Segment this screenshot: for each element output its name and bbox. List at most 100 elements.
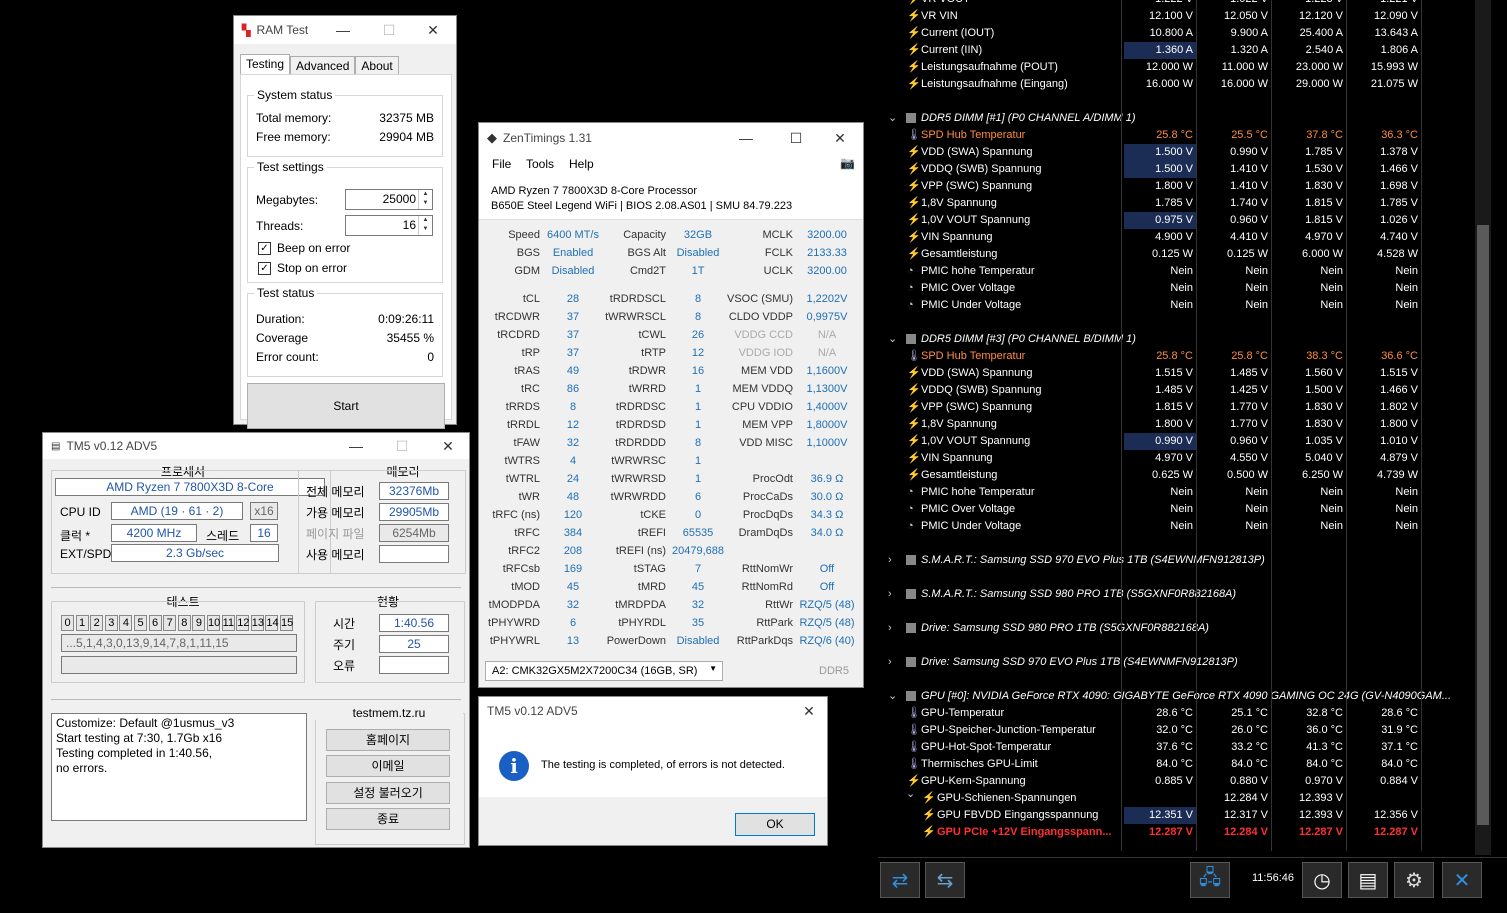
close-x-icon[interactable]: ✕: [1442, 862, 1482, 898]
sensor-row[interactable]: ⚡ 1,0V VOUT Spannung 0.990 V 0.960 V 1.035 V…: [878, 433, 1423, 450]
report-icon[interactable]: ▤: [1348, 862, 1388, 898]
sensor-group-header[interactable]: ⌄ DDR5 DIMM [#1] (P0 CHANNEL A/DIMM 1): [878, 110, 1423, 127]
settings-gear-icon[interactable]: ⚙: [1394, 862, 1434, 898]
sensor-row[interactable]: ⚡ Leistungsaufnahme (Eingang) 16.000 W 16.0…: [878, 76, 1423, 93]
scrollbar-thumb[interactable]: [1477, 225, 1489, 825]
current-value: 28.6 °C: [1156, 707, 1193, 719]
megabytes-input[interactable]: 25000 ▲ ▼: [345, 189, 433, 210]
sensor-row[interactable]: ⚡ Current (IIN) 1.360 A 1.320 A 2.540 A 1.806…: [878, 42, 1423, 59]
sensor-row[interactable]: 🌡 GPU-Temperatur 28.6 °C 25.1 °C 32.8 °C 28.6…: [878, 705, 1423, 722]
timing-label: tREFI (ns): [615, 545, 666, 557]
sensor-row[interactable]: ⚡ VDD (SWA) Spannung 1.515 V 1.485 V 1.560 V…: [878, 365, 1423, 382]
expand-toggle-icon[interactable]: ⌄: [888, 331, 897, 348]
load-settings-button[interactable]: 설정 불러오기: [326, 782, 450, 804]
sensor-row[interactable]: 🌡 Thermisches GPU-Limit 84.0 °C 84.0 °C 84.0…: [878, 756, 1423, 773]
tab-testing[interactable]: Testing: [240, 54, 291, 76]
minimize-button[interactable]: —: [333, 433, 379, 459]
spin-arrows-icon[interactable]: ▲ ▼: [418, 216, 432, 235]
sensor-row[interactable]: 🌡 SPD Hub Temperatur 25.8 °C 25.5 °C 37.8 °C…: [878, 127, 1423, 144]
network-icon[interactable]: 🖧: [1190, 862, 1230, 898]
sensor-row[interactable]: ◔ PMIC hohe Temperatur Nein Nein Nein Nein: [878, 484, 1423, 501]
min-value: 9.900 A: [1230, 27, 1268, 39]
sensor-row[interactable]: ⚡ ⌄ GPU-Schienen-Spannungen 12.284 V 12.393 …: [878, 787, 1423, 807]
sensor-row[interactable]: ⚡ Current (IOUT) 10.800 A 9.900 A 25.400 A 13…: [878, 25, 1423, 42]
stop-on-error-checkbox[interactable]: ✓ Stop on error: [258, 261, 347, 275]
email-button[interactable]: 이메일: [326, 755, 450, 777]
expand-toggle-icon[interactable]: ›: [888, 586, 892, 603]
ramtest-titlebar[interactable]: ▚ RAM Test — ☐ ✕: [234, 16, 456, 44]
sensor-row[interactable]: ⚡ VDD (SWA) Spannung 1.500 V 0.990 V 1.785 V…: [878, 144, 1423, 161]
sensor-row[interactable]: 🌡 GPU-Speicher-Junction-Temperatur 32.0 °C…: [878, 722, 1423, 739]
close-button[interactable]: ✕: [410, 16, 456, 44]
sensor-row[interactable]: ⚡ Leistungsaufnahme (POUT) 12.000 W 11.000 …: [878, 59, 1423, 76]
expand-arrows-button[interactable]: ⇄: [880, 862, 920, 898]
sensor-row[interactable]: 🌡 SPD Hub Temperatur 25.8 °C 25.8 °C 38.3 °C…: [878, 348, 1423, 365]
start-button[interactable]: Start: [247, 383, 445, 429]
sensor-group-header[interactable]: › S.M.A.R.T.: Samsung SSD 970 EVO Plus 1T…: [878, 552, 1423, 569]
sensor-row[interactable]: 🌡 GPU-Hot-Spot-Temperatur 37.6 °C 33.2 °C 41…: [878, 739, 1423, 756]
avg-value: 37.1 °C: [1381, 741, 1418, 753]
collapse-arrows-button[interactable]: ⇆: [925, 862, 965, 898]
sensor-row[interactable]: ⚡ Gesamtleistung 0.625 W 0.500 W 6.250 W 4.73…: [878, 467, 1423, 484]
sensor-row[interactable]: ⚡ VDDQ (SWB) Spannung 1.485 V 1.425 V 1.500 …: [878, 382, 1423, 399]
sensor-group-header[interactable]: › Drive: Samsung SSD 980 PRO 1TB (S5GXNF0…: [878, 620, 1423, 637]
sensor-row[interactable]: ⚡ VIN Spannung 4.970 V 4.550 V 5.040 V 4.879 …: [878, 450, 1423, 467]
sensor-row[interactable]: ⚡ VPP (SWC) Spannung 1.800 V 1.410 V 1.830 V…: [878, 178, 1423, 195]
tm5-titlebar[interactable]: ▤ TM5 v0.12 ADV5 — ☐ ✕: [43, 433, 469, 459]
expand-toggle-icon[interactable]: ›: [888, 654, 892, 671]
expand-toggle-icon[interactable]: ⌄: [888, 110, 897, 127]
sensor-row[interactable]: ⚡ GPU PCIe +12V Eingangsspann... 12.287 V 1…: [878, 824, 1423, 841]
current-value: 4.900 V: [1155, 231, 1193, 243]
exit-button[interactable]: 종료: [326, 808, 450, 830]
camera-icon[interactable]: 📷: [840, 156, 855, 170]
maximize-button[interactable]: ☐: [773, 123, 819, 153]
spin-arrows-icon[interactable]: ▲ ▼: [418, 190, 432, 209]
minimize-button[interactable]: —: [320, 16, 366, 44]
sensor-row[interactable]: ⚡ 1,8V Spannung 1.800 V 1.770 V 1.830 V 1.800…: [878, 416, 1423, 433]
menu-file[interactable]: File: [492, 157, 511, 171]
sensor-row[interactable]: ⚡ Gesamtleistung 0.125 W 0.125 W 6.000 W 4.52…: [878, 246, 1423, 263]
minimize-button[interactable]: —: [723, 123, 769, 153]
sensor-group-header[interactable]: › S.M.A.R.T.: Samsung SSD 980 PRO 1TB (S5…: [878, 586, 1423, 603]
expand-toggle-icon[interactable]: ›: [888, 552, 892, 569]
clock-icon[interactable]: ◷: [1302, 862, 1342, 898]
ok-button[interactable]: OK: [735, 813, 815, 836]
dialog-titlebar[interactable]: TM5 v0.12 ADV5 ✕: [479, 697, 827, 725]
sensor-row[interactable]: ⚡ GPU-Kern-Spannung 0.885 V 0.880 V 0.970 V0…: [878, 773, 1423, 790]
sensor-row[interactable]: ◔ PMIC Over Voltage Nein Nein Nein Nein: [878, 501, 1423, 518]
sensor-row[interactable]: ⚡ 1,8V Spannung 1.785 V 1.740 V 1.815 V 1.785…: [878, 195, 1423, 212]
timing-label: UCLK: [763, 265, 793, 277]
column-divider: [1271, 0, 1272, 851]
menu-help[interactable]: Help: [569, 157, 594, 171]
sensor-row[interactable]: ◔ PMIC Over Voltage Nein Nein Nein Nein: [878, 280, 1423, 297]
homepage-button[interactable]: 홈페이지: [326, 729, 450, 751]
sensor-row[interactable]: ⚡ VIN Spannung 4.900 V 4.410 V 4.970 V 4.740 …: [878, 229, 1423, 246]
sensor-group-header[interactable]: ⌄ DDR5 DIMM [#3] (P0 CHANNEL B/DIMM 1): [878, 331, 1423, 348]
sensor-row[interactable]: ⚡ GPU FBVDD Eingangsspannung 12.351 V 12.31…: [878, 807, 1423, 824]
sensor-row[interactable]: ⚡ 1,0V VOUT Spannung 0.975 V 0.960 V 1.815 V…: [878, 212, 1423, 229]
tab-advanced[interactable]: Advanced: [290, 56, 356, 76]
sensor-row[interactable]: ⚡ VR VIN 12.100 V 12.050 V 12.120 V 12.090 V: [878, 8, 1423, 25]
cpuid-label: CPU ID: [60, 505, 101, 519]
zentimings-titlebar[interactable]: ◆ ZenTimings 1.31 — ☐ ✕: [479, 123, 863, 153]
sensor-row[interactable]: ◔ PMIC Under Voltage Nein Nein Nein Nein: [878, 297, 1423, 314]
expand-toggle-icon[interactable]: ›: [888, 620, 892, 637]
sensor-row[interactable]: ◔ PMIC Under Voltage Nein Nein Nein Nein: [878, 518, 1423, 535]
sensor-row[interactable]: ⚡VR VOUT 1.222 V1.022 V1.223 V1.221 V: [878, 0, 1423, 8]
threads-input[interactable]: 16 ▲ ▼: [345, 215, 433, 236]
tab-about[interactable]: About: [355, 56, 399, 76]
sensor-row[interactable]: ◔ PMIC hohe Temperatur Nein Nein Nein Nein: [878, 263, 1423, 280]
close-button[interactable]: ✕: [789, 697, 829, 725]
sensor-group-header[interactable]: ⌄ GPU [#0]: NVIDIA GeForce RTX 4090: GIGA…: [878, 688, 1451, 705]
sensor-row[interactable]: ⚡ VPP (SWC) Spannung 1.815 V 1.770 V 1.830 V…: [878, 399, 1423, 416]
sensor-row[interactable]: ⚡ VDDQ (SWB) Spannung 1.500 V 1.410 V 1.530 …: [878, 161, 1423, 178]
close-button[interactable]: ✕: [425, 433, 471, 459]
spacer-row: [878, 637, 1423, 654]
menu-tools[interactable]: Tools: [526, 157, 554, 171]
expand-toggle-icon[interactable]: ⌄: [906, 787, 915, 800]
expand-toggle-icon[interactable]: ⌄: [888, 688, 897, 705]
module-select[interactable]: A2: CMK32GX5M2X7200C34 (16GB, SR) ▼: [485, 661, 723, 681]
close-button[interactable]: ✕: [817, 123, 863, 153]
beep-on-error-checkbox[interactable]: ✓ Beep on error: [258, 241, 350, 255]
sensor-group-header[interactable]: › Drive: Samsung SSD 970 EVO Plus 1TB (S4…: [878, 654, 1423, 671]
